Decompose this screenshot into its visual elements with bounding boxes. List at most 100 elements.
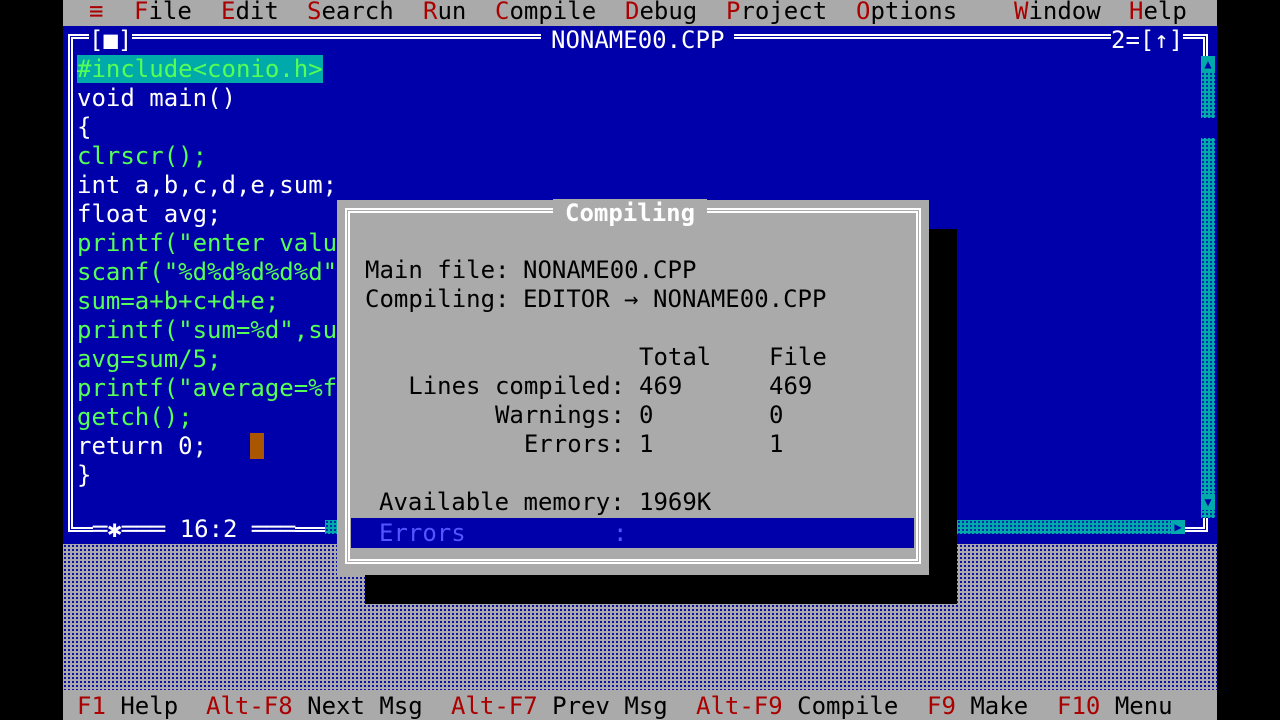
- menu-label: ompile: [509, 0, 597, 25]
- menu-project[interactable]: Project: [726, 0, 827, 24]
- code-line[interactable]: }: [77, 461, 91, 490]
- total-column-header: Total: [639, 343, 712, 371]
- compile-status-label: Errors: [379, 519, 466, 547]
- menu-label: elp: [1143, 0, 1187, 25]
- fkey-key: Alt-F8: [206, 692, 293, 720]
- code-line[interactable]: printf("enter valu: [77, 229, 337, 258]
- fkey-label: Make: [970, 692, 1029, 720]
- fkey-next-msg[interactable]: Alt-F8 Next Msg: [206, 692, 423, 720]
- menu-hotkey: S: [307, 0, 322, 25]
- file-column-header: File: [769, 343, 827, 371]
- menu-label: dit: [235, 0, 279, 25]
- menu-label: earch: [321, 0, 394, 25]
- code-line[interactable]: return 0;: [77, 432, 207, 461]
- menu-search[interactable]: Search: [307, 0, 394, 24]
- code-line[interactable]: int a,b,c,d,e,sum;: [77, 171, 337, 200]
- fkey-key: F9: [927, 692, 956, 720]
- memory-value: 1969K: [639, 488, 712, 516]
- warnings-total: 0: [639, 401, 654, 429]
- menu-edit[interactable]: Edit: [221, 0, 279, 24]
- memory-label: Available memory:: [379, 488, 625, 516]
- errors-label: Errors:: [523, 430, 625, 458]
- fkey-menu[interactable]: F10 Menu: [1057, 692, 1173, 720]
- function-key-bar: F1 Help Alt-F8 Next Msg Alt-F7 Prev Msg …: [63, 690, 1217, 720]
- menu-bar: ≡ File Edit Search Run Compile Debug Pro…: [63, 0, 1217, 26]
- code-line[interactable]: sum=a+b+c+d+e;: [77, 287, 279, 316]
- menu-hotkey: E: [221, 0, 236, 25]
- menu-debug[interactable]: Debug: [625, 0, 697, 24]
- code-line[interactable]: clrscr();: [77, 142, 207, 171]
- menu-window[interactable]: Window: [1014, 0, 1101, 24]
- scroll-down-arrow-icon[interactable]: ▼: [1201, 494, 1215, 510]
- code-line[interactable]: printf("sum=%d",su: [77, 316, 337, 345]
- menu-label: ebug: [639, 0, 698, 25]
- menu-hotkey: D: [625, 0, 640, 25]
- lines-compiled-total: 469: [639, 372, 683, 400]
- menu-hotkey: F: [134, 0, 149, 25]
- compiling-value: EDITOR → NONAME00.CPP: [523, 285, 827, 313]
- menu-hotkey: P: [726, 0, 741, 25]
- menu-run[interactable]: Run: [423, 0, 466, 24]
- editor-title: NONAME00.CPP: [541, 26, 735, 54]
- fkey-label: Menu: [1114, 692, 1173, 720]
- code-line[interactable]: avg=sum/5;: [77, 345, 222, 374]
- errors-file: 1: [769, 430, 784, 458]
- menu-hotkey: O: [856, 0, 871, 25]
- compile-status-colon: :: [613, 519, 628, 547]
- warnings-file: 0: [769, 401, 784, 429]
- lines-compiled-file: 469: [769, 372, 813, 400]
- scroll-up-arrow-icon[interactable]: ▲: [1201, 56, 1215, 72]
- code-line[interactable]: scanf("%d%d%d%d%d": [77, 258, 337, 287]
- compiling-dialog: Compiling Main file: NONAME00.CPP Compil…: [337, 199, 929, 575]
- menu-compile[interactable]: Compile: [495, 0, 596, 24]
- menu-options[interactable]: Options: [856, 0, 957, 24]
- warnings-label: Warnings:: [494, 401, 625, 429]
- close-box-icon: [■]: [89, 26, 133, 54]
- menu-label: roject: [740, 0, 828, 25]
- menu-label: ile: [148, 0, 192, 25]
- lines-compiled-label: Lines compiled:: [408, 372, 625, 400]
- code-line[interactable]: getch();: [77, 403, 193, 432]
- scroll-right-arrow-icon[interactable]: ▶: [1171, 520, 1185, 534]
- cursor-position-value: 16:2: [179, 515, 238, 543]
- vertical-scroll-thumb[interactable]: [1201, 118, 1215, 138]
- code-line[interactable]: #include<conio.h>: [77, 55, 323, 84]
- fkey-label: Help: [120, 692, 179, 720]
- menu-hotkey: R: [423, 0, 438, 25]
- turbo-cpp-ide: ≡ File Edit Search Run Compile Debug Pro…: [63, 0, 1217, 720]
- compile-status-bar: Errors :: [351, 518, 914, 548]
- menu-label: un: [437, 0, 467, 25]
- menu-label: ptions: [870, 0, 958, 25]
- dialog-title: Compiling: [553, 199, 708, 227]
- main-file-value: NONAME00.CPP: [523, 256, 697, 284]
- window-number-zoom[interactable]: 2=[↑]: [1111, 26, 1184, 54]
- menu-hotkey: W: [1014, 0, 1029, 25]
- code-line[interactable]: printf("average=%f: [77, 374, 337, 403]
- code-line[interactable]: float avg;: [77, 200, 222, 229]
- close-window-button[interactable]: [■]: [89, 26, 133, 54]
- errors-total: 1: [639, 430, 654, 458]
- cursor-position: ═✱═══ 16:2 ═══: [93, 515, 296, 543]
- fkey-key: Alt-F7: [451, 692, 538, 720]
- fkey-help[interactable]: F1 Help: [77, 692, 178, 720]
- code-text: #include<conio.h>: [77, 55, 323, 83]
- fkey-label: Compile: [797, 692, 899, 720]
- fkey-key: F1: [77, 692, 106, 720]
- fkey-key: Alt-F9: [696, 692, 783, 720]
- code-line[interactable]: void main(): [77, 84, 236, 113]
- fkey-label: Next Msg: [307, 692, 423, 720]
- menu-file[interactable]: File: [134, 0, 192, 24]
- main-file-label: Main file:: [365, 256, 510, 284]
- menu-hotkey: H: [1129, 0, 1144, 25]
- compiling-label: Compiling:: [365, 285, 510, 313]
- code-line[interactable]: {: [77, 113, 91, 142]
- text-cursor: [250, 433, 264, 459]
- fkey-key: F10: [1057, 692, 1101, 720]
- menu-help[interactable]: Help: [1129, 0, 1187, 24]
- system-menu-button[interactable]: ≡: [89, 0, 103, 24]
- fkey-label: Prev Msg: [552, 692, 668, 720]
- fkey-compile[interactable]: Alt-F9 Compile: [696, 692, 898, 720]
- resize-star-icon[interactable]: ═✱═══: [93, 515, 180, 543]
- fkey-make[interactable]: F9 Make: [927, 692, 1028, 720]
- fkey-prev-msg[interactable]: Alt-F7 Prev Msg: [451, 692, 668, 720]
